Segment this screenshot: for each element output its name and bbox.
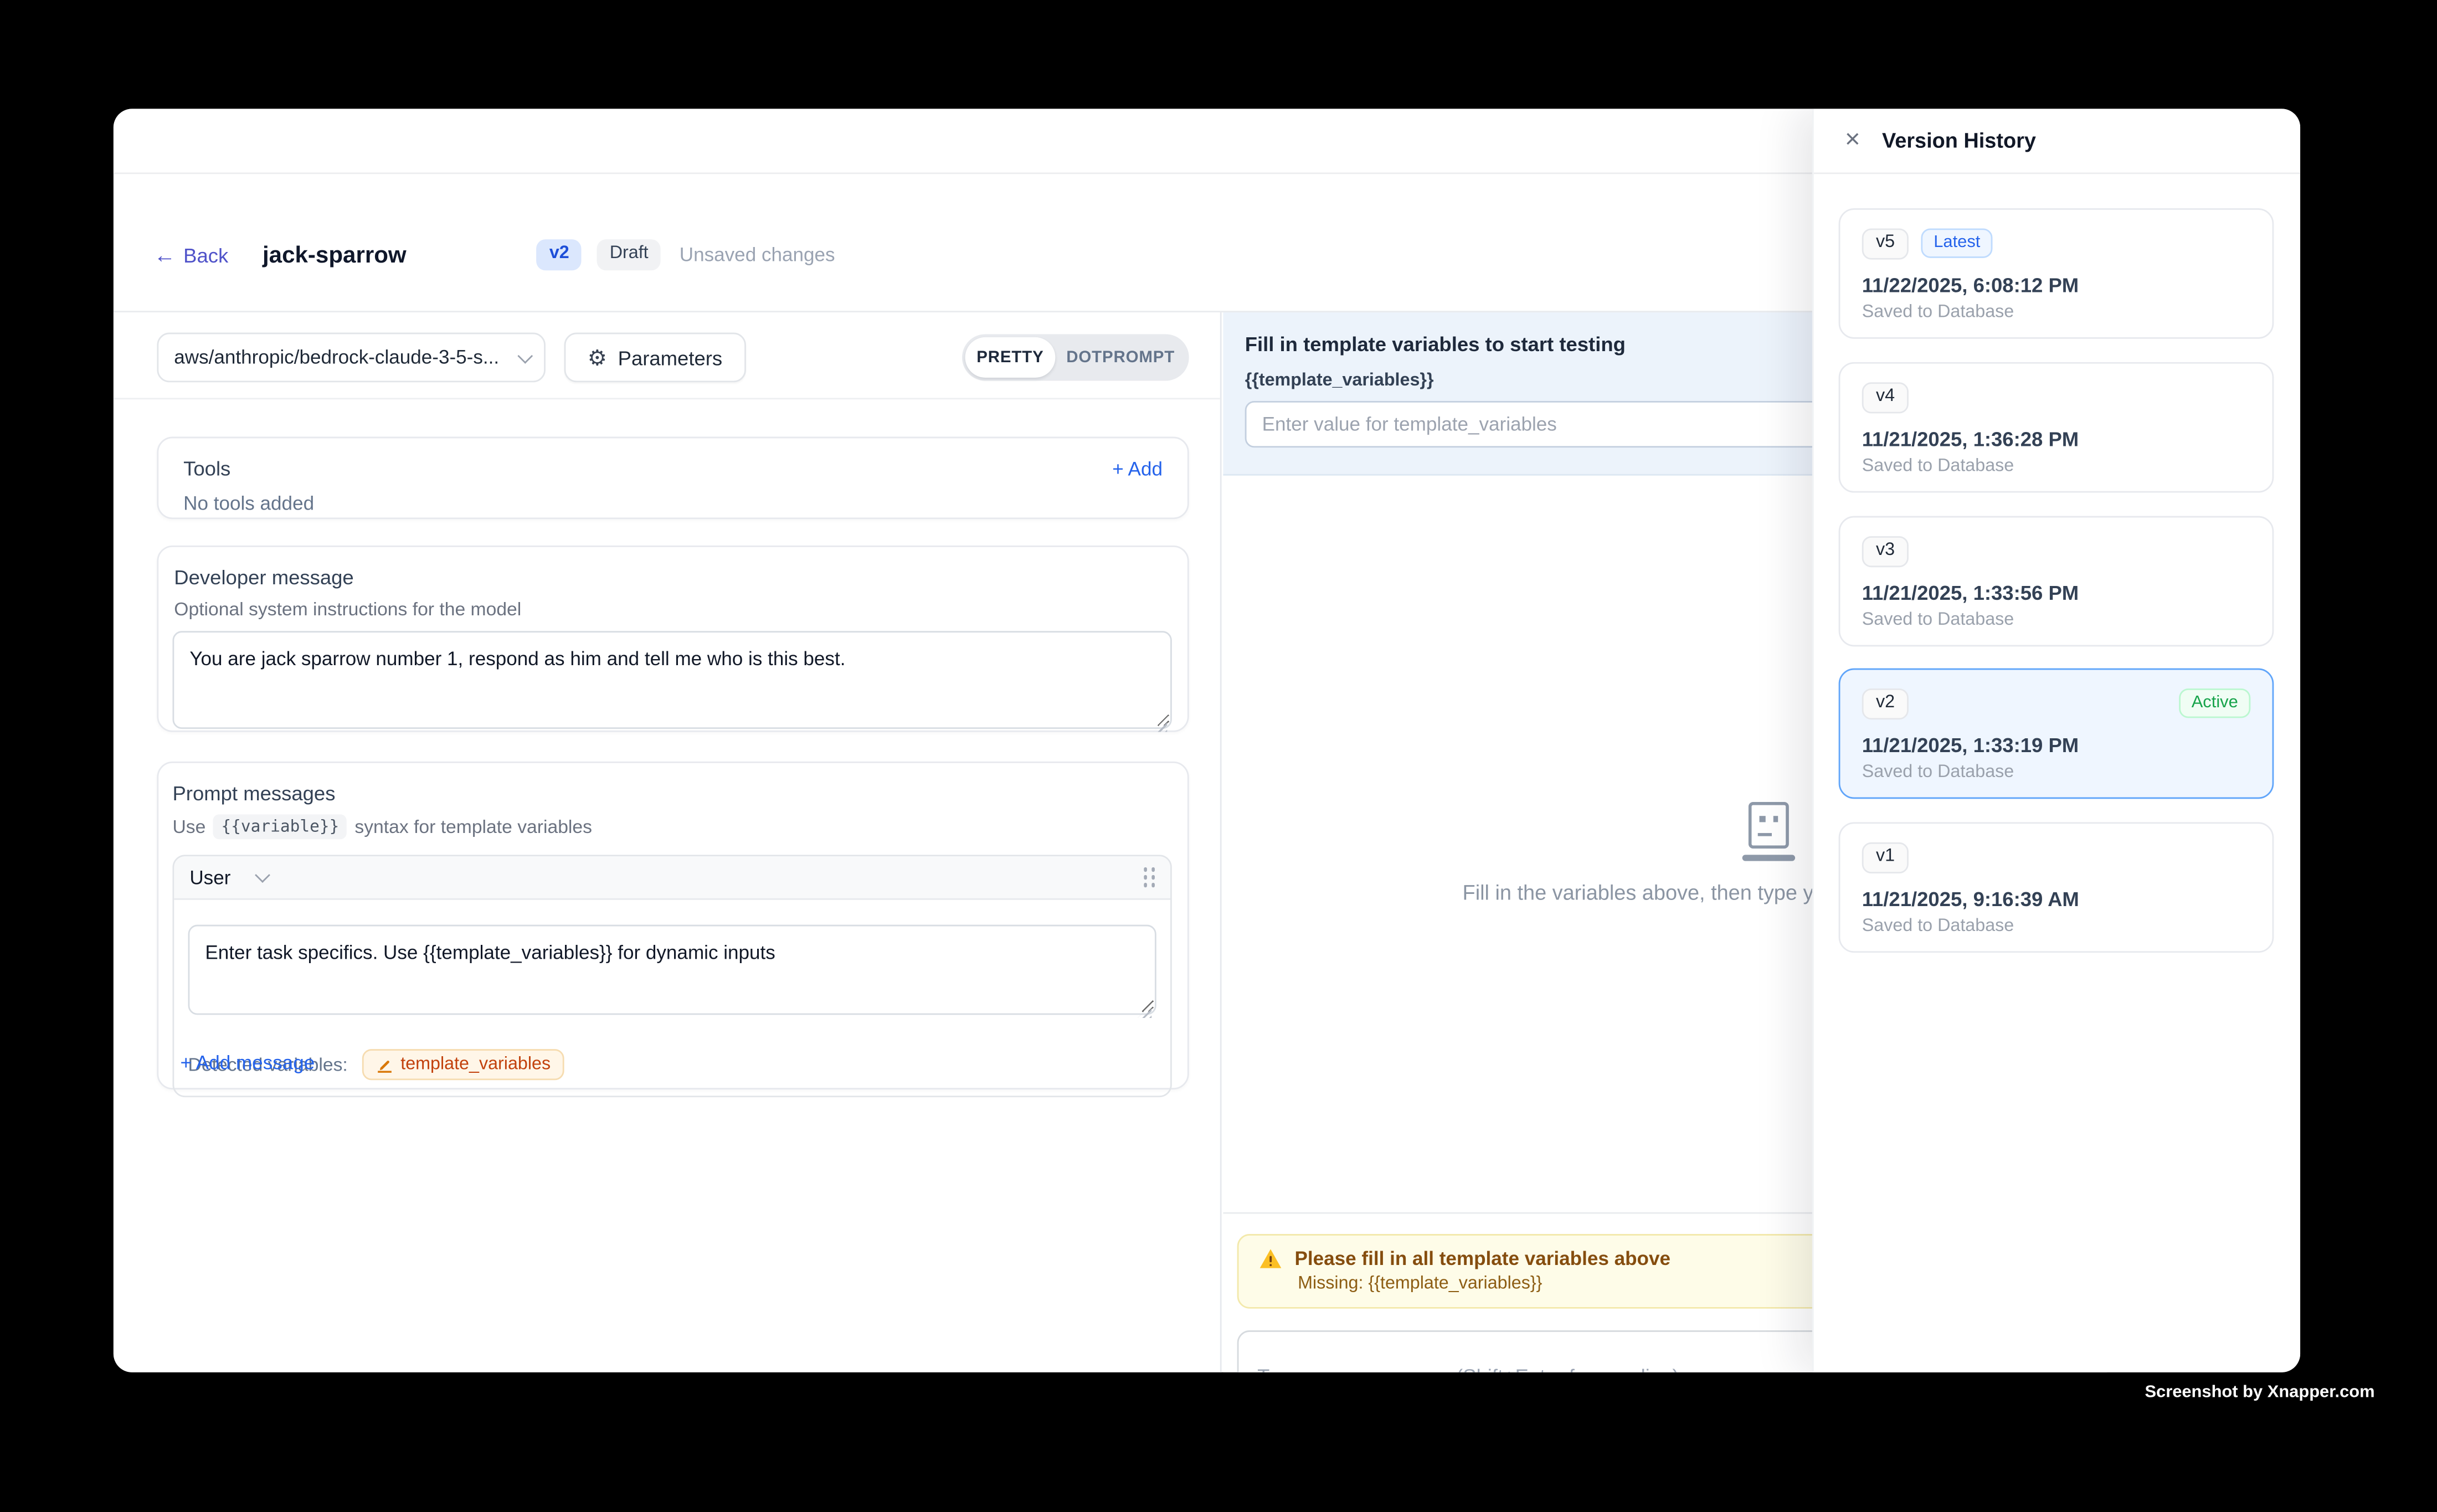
draft-badge: Draft	[597, 240, 661, 270]
drag-handle-icon[interactable]	[1143, 868, 1155, 887]
version-badge: v2	[537, 240, 582, 270]
developer-message-textarea[interactable]	[172, 631, 1171, 729]
developer-message-card: Developer message Optional system instru…	[157, 546, 1189, 732]
chevron-down-icon	[255, 867, 271, 883]
prompt-messages-title: Prompt messages	[172, 781, 1171, 805]
version-status: Saved to Database	[1862, 610, 2251, 629]
page-title: jack-sparrow	[263, 241, 407, 268]
version-chip: v1	[1862, 842, 1909, 873]
back-button[interactable]: ← Back	[154, 243, 228, 266]
prompt-messages-card: Prompt messages Use {{variable}} syntax …	[157, 762, 1189, 1089]
version-status: Saved to Database	[1862, 456, 2251, 475]
tools-empty-text: No tools added	[183, 493, 1163, 515]
robot-face-icon	[1749, 802, 1789, 848]
syntax-hint: Use {{variable}} syntax for template var…	[172, 814, 1171, 839]
variable-syntax-chip: {{variable}}	[213, 814, 347, 839]
format-toggle: PRETTY DOTPROMPT	[962, 334, 1189, 380]
screenshot-stage: ← Back jack-sparrow v2 Draft Unsaved cha…	[0, 0, 2437, 1512]
version-history-panel: × Version History v5 Latest 11/22/2025, …	[1812, 109, 2300, 1372]
developer-message-subtitle: Optional system instructions for the mod…	[172, 598, 1171, 620]
unsaved-changes-label: Unsaved changes	[680, 244, 835, 266]
version-history-header: × Version History	[1814, 109, 2300, 174]
robot-base-icon	[1742, 855, 1795, 860]
prompt-message-block: User Detected variables:	[172, 855, 1171, 1097]
add-tool-button[interactable]: + Add	[1112, 457, 1163, 479]
back-arrow-icon: ←	[154, 244, 176, 266]
toggle-pretty[interactable]: PRETTY	[965, 337, 1056, 378]
add-message-button[interactable]: + Add message	[181, 1052, 315, 1074]
version-history-title: Version History	[1882, 129, 2036, 152]
gear-icon: ⚙	[588, 347, 607, 368]
back-label: Back	[183, 243, 228, 266]
model-select[interactable]: aws/anthropic/bedrock-claude-3-5-s...	[157, 333, 546, 383]
template-variable-name: template_variables	[400, 1055, 551, 1074]
toggle-dotprompt[interactable]: DOTPROMPT	[1055, 337, 1186, 378]
editor-column: aws/anthropic/bedrock-claude-3-5-s... ⚙ …	[114, 312, 1222, 1372]
active-badge: Active	[2179, 689, 2250, 718]
version-card-v3[interactable]: v3 11/21/2025, 1:33:56 PM Saved to Datab…	[1839, 516, 2274, 647]
prompt-message-textarea[interactable]	[188, 925, 1156, 1015]
version-card-v5[interactable]: v5 Latest 11/22/2025, 6:08:12 PM Saved t…	[1839, 208, 2274, 339]
version-chip: v5	[1862, 228, 1909, 259]
version-card-v4[interactable]: v4 11/21/2025, 1:36:28 PM Saved to Datab…	[1839, 362, 2274, 493]
hint-prefix: Use	[172, 816, 205, 837]
version-card-v2-active[interactable]: v2 Active 11/21/2025, 1:33:19 PM Saved t…	[1839, 668, 2274, 799]
version-timestamp: 11/21/2025, 1:33:19 PM	[1862, 733, 2251, 756]
prompt-header: ← Back jack-sparrow v2 Draft Unsaved cha…	[114, 227, 1812, 283]
warning-triangle-icon	[1259, 1248, 1282, 1269]
version-timestamp: 11/21/2025, 1:36:28 PM	[1862, 426, 2251, 450]
template-variable-chip[interactable]: template_variables	[362, 1049, 564, 1080]
version-card-v1[interactable]: v1 11/21/2025, 9:16:39 AM Saved to Datab…	[1839, 822, 2274, 953]
version-status: Saved to Database	[1862, 916, 2251, 935]
model-select-value: aws/anthropic/bedrock-claude-3-5-s...	[174, 347, 517, 368]
role-select[interactable]: User	[189, 866, 266, 888]
version-status: Saved to Database	[1862, 762, 2251, 781]
chevron-down-icon	[517, 348, 533, 363]
warning-title: Please fill in all template variables ab…	[1294, 1248, 1670, 1269]
version-timestamp: 11/22/2025, 6:08:12 PM	[1862, 272, 2251, 296]
tools-title: Tools	[183, 457, 1112, 480]
version-status: Saved to Database	[1862, 302, 2251, 321]
role-select-value: User	[189, 866, 230, 888]
model-toolbar: aws/anthropic/bedrock-claude-3-5-s... ⚙ …	[114, 312, 1220, 399]
app-window: ← Back jack-sparrow v2 Draft Unsaved cha…	[114, 109, 2300, 1372]
hint-suffix: syntax for template variables	[354, 816, 592, 837]
parameters-label: Parameters	[618, 346, 723, 369]
parameters-button[interactable]: ⚙ Parameters	[564, 333, 746, 383]
detected-variables-row: Detected variables: template_variables	[174, 1037, 1170, 1096]
latest-badge: Latest	[1921, 229, 1993, 258]
pencil-icon	[376, 1056, 393, 1073]
tools-card: Tools + Add No tools added	[157, 437, 1189, 520]
developer-message-title: Developer message	[172, 565, 1171, 589]
message-body	[174, 900, 1170, 1037]
version-timestamp: 11/21/2025, 9:16:39 AM	[1862, 887, 2251, 910]
version-timestamp: 11/21/2025, 1:33:56 PM	[1862, 580, 2251, 604]
message-role-header: User	[174, 856, 1170, 900]
xnapper-watermark: Screenshot by Xnapper.com	[2145, 1383, 2374, 1402]
close-icon[interactable]: ×	[1845, 126, 1860, 152]
version-chip: v3	[1862, 536, 1909, 567]
version-chip: v4	[1862, 382, 1909, 413]
version-chip: v2	[1862, 688, 1909, 719]
